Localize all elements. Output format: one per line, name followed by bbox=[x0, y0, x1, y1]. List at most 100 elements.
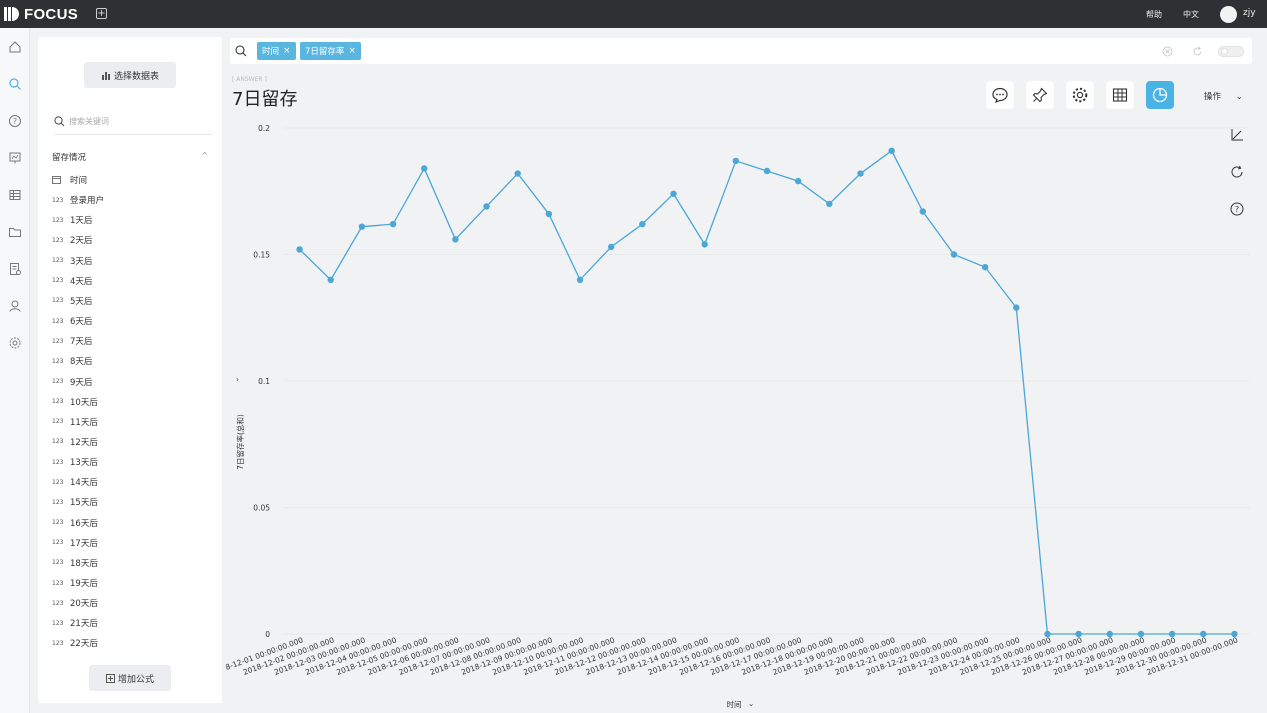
sidebar-field-item[interactable]: 123 登录用户 bbox=[52, 193, 104, 207]
add-formula-label: 增加公式 bbox=[117, 674, 154, 685]
field-group-title: 留存情况 bbox=[52, 153, 87, 163]
settings-icon[interactable] bbox=[8, 336, 22, 350]
search-icon[interactable] bbox=[8, 77, 22, 91]
data-point[interactable] bbox=[514, 170, 521, 177]
chevron-up-icon[interactable]: ^ bbox=[201, 151, 208, 160]
new-tab-button[interactable]: + bbox=[96, 8, 107, 19]
data-point[interactable] bbox=[421, 165, 428, 172]
toggle-switch[interactable] bbox=[1218, 46, 1244, 57]
data-point[interactable] bbox=[826, 200, 833, 208]
data-point[interactable] bbox=[763, 167, 771, 175]
data-point[interactable] bbox=[981, 263, 989, 271]
sidebar-field-item[interactable]: 123 5天后 bbox=[52, 294, 92, 308]
data-point[interactable] bbox=[327, 276, 334, 283]
sidebar-field-item[interactable]: 123 11天后 bbox=[52, 415, 98, 429]
select-table-button[interactable]: 选择数据表 bbox=[84, 62, 176, 88]
data-settings-icon[interactable] bbox=[8, 262, 22, 276]
avatar[interactable] bbox=[1220, 6, 1237, 23]
folder-icon[interactable] bbox=[8, 225, 22, 239]
chevron-down-icon[interactable]: ⌄ bbox=[748, 699, 754, 708]
data-point[interactable] bbox=[857, 170, 864, 177]
x-axis-label[interactable]: 时间 bbox=[727, 699, 742, 709]
data-point[interactable] bbox=[1137, 630, 1145, 638]
sidebar-field-item[interactable]: 123 9天后 bbox=[52, 375, 92, 389]
data-point[interactable] bbox=[1044, 630, 1051, 638]
sidebar-field-item[interactable]: 123 19天后 bbox=[52, 576, 98, 590]
sidebar-field-item[interactable]: 123 14天后 bbox=[52, 475, 98, 489]
data-point[interactable] bbox=[888, 147, 895, 154]
field-name: 11天后 bbox=[70, 417, 98, 428]
sidebar-field-item[interactable]: 123 7天后 bbox=[52, 334, 92, 348]
chevron-icon[interactable]: › bbox=[236, 375, 239, 384]
search-token-retention[interactable]: 7日留存率 × bbox=[300, 42, 361, 60]
refresh-icon[interactable] bbox=[1192, 46, 1203, 57]
sidebar-field-item[interactable]: 123 17天后 bbox=[52, 536, 98, 550]
y-tick-label: 0.15 bbox=[253, 251, 270, 260]
data-point[interactable] bbox=[732, 157, 740, 165]
sidebar-field-item[interactable]: 123 8天后 bbox=[52, 354, 92, 368]
field-group-header[interactable]: 留存情况 ^ bbox=[52, 151, 208, 163]
data-point[interactable] bbox=[389, 220, 397, 228]
sidebar-field-item[interactable]: 123 1天后 bbox=[52, 213, 92, 227]
data-point[interactable] bbox=[1013, 304, 1020, 311]
data-point[interactable] bbox=[794, 177, 802, 185]
table-icon[interactable] bbox=[8, 188, 22, 202]
question-icon[interactable]: ? bbox=[8, 114, 22, 128]
bar-chart-icon bbox=[101, 71, 110, 80]
sidebar-field-item[interactable]: 123 22天后 bbox=[52, 636, 98, 650]
sidebar-field-item[interactable]: 123 16天后 bbox=[52, 516, 98, 530]
data-point[interactable] bbox=[452, 236, 459, 243]
app-logo[interactable]: FOCUS bbox=[4, 5, 78, 23]
data-point[interactable] bbox=[919, 208, 927, 215]
user-icon[interactable] bbox=[8, 299, 22, 313]
dashboard-icon[interactable] bbox=[8, 151, 22, 165]
clear-icon[interactable] bbox=[1162, 46, 1173, 57]
sidebar-field-item[interactable]: 123 10天后 bbox=[52, 395, 98, 409]
sidebar-field-item[interactable]: 123 4天后 bbox=[52, 274, 92, 288]
plus-box-icon bbox=[105, 673, 115, 683]
sidebar-field-item[interactable]: 123 20天后 bbox=[52, 596, 98, 610]
close-icon[interactable]: × bbox=[348, 46, 356, 56]
sidebar-field-item[interactable]: 123 18天后 bbox=[52, 556, 98, 570]
answer-panel: [ ANSWER ] 7日留存 操作 ⌄ ? 0 0.05 0.1 0.15 0.2 2… bbox=[226, 70, 1256, 710]
data-point[interactable] bbox=[701, 241, 708, 248]
data-point[interactable] bbox=[296, 246, 303, 253]
data-point[interactable] bbox=[639, 220, 646, 228]
home-icon[interactable] bbox=[8, 40, 22, 54]
data-point[interactable] bbox=[607, 243, 615, 251]
close-icon[interactable]: × bbox=[283, 46, 291, 56]
user-name[interactable]: zjy bbox=[1243, 8, 1256, 18]
sidebar-field-item[interactable]: 123 2天后 bbox=[52, 233, 92, 247]
data-point[interactable] bbox=[1231, 630, 1238, 638]
field-name: 20天后 bbox=[70, 599, 98, 610]
data-point[interactable] bbox=[545, 210, 553, 218]
sidebar-field-item[interactable]: 123 12天后 bbox=[52, 435, 98, 449]
sidebar-field-item[interactable]: 123 21天后 bbox=[52, 616, 98, 630]
search-token-time[interactable]: 时间 × bbox=[257, 42, 296, 60]
data-point[interactable] bbox=[483, 203, 490, 210]
sidebar-field-item[interactable]: 123 6天后 bbox=[52, 314, 92, 328]
search-bar[interactable]: 时间 × 7日留存率 × bbox=[230, 38, 1252, 64]
field-name: 6天后 bbox=[70, 317, 93, 328]
data-point[interactable] bbox=[1168, 630, 1176, 638]
numeric-type-icon: 123 bbox=[52, 478, 64, 486]
sidebar-field-item[interactable]: 123 3天后 bbox=[52, 254, 92, 268]
series-line bbox=[299, 149, 1235, 635]
help-link[interactable]: 帮助 bbox=[1146, 9, 1162, 20]
sidebar-field-item[interactable]: 时间 bbox=[52, 173, 87, 187]
sidebar-field-item[interactable]: 123 13天后 bbox=[52, 455, 98, 469]
language-switch[interactable]: 中文 bbox=[1183, 9, 1199, 20]
data-point[interactable] bbox=[1075, 630, 1082, 638]
data-point[interactable] bbox=[576, 276, 584, 283]
line-chart[interactable]: 00.050.10.150.2 2018-12-01 00:00:00.0002… bbox=[226, 70, 1256, 710]
data-point[interactable] bbox=[670, 190, 677, 197]
add-formula-button[interactable]: 增加公式 bbox=[89, 665, 171, 691]
y-axis-label[interactable]: 7日留存率(总和) bbox=[235, 414, 245, 470]
data-point[interactable] bbox=[358, 223, 366, 230]
sidebar-field-item[interactable]: 123 15天后 bbox=[52, 495, 98, 509]
data-point[interactable] bbox=[950, 251, 958, 258]
data-point[interactable] bbox=[1106, 630, 1113, 638]
field-search-input[interactable]: 搜索关键词 bbox=[54, 109, 212, 135]
numeric-type-icon: 123 bbox=[52, 216, 64, 224]
data-point[interactable] bbox=[1200, 630, 1207, 638]
